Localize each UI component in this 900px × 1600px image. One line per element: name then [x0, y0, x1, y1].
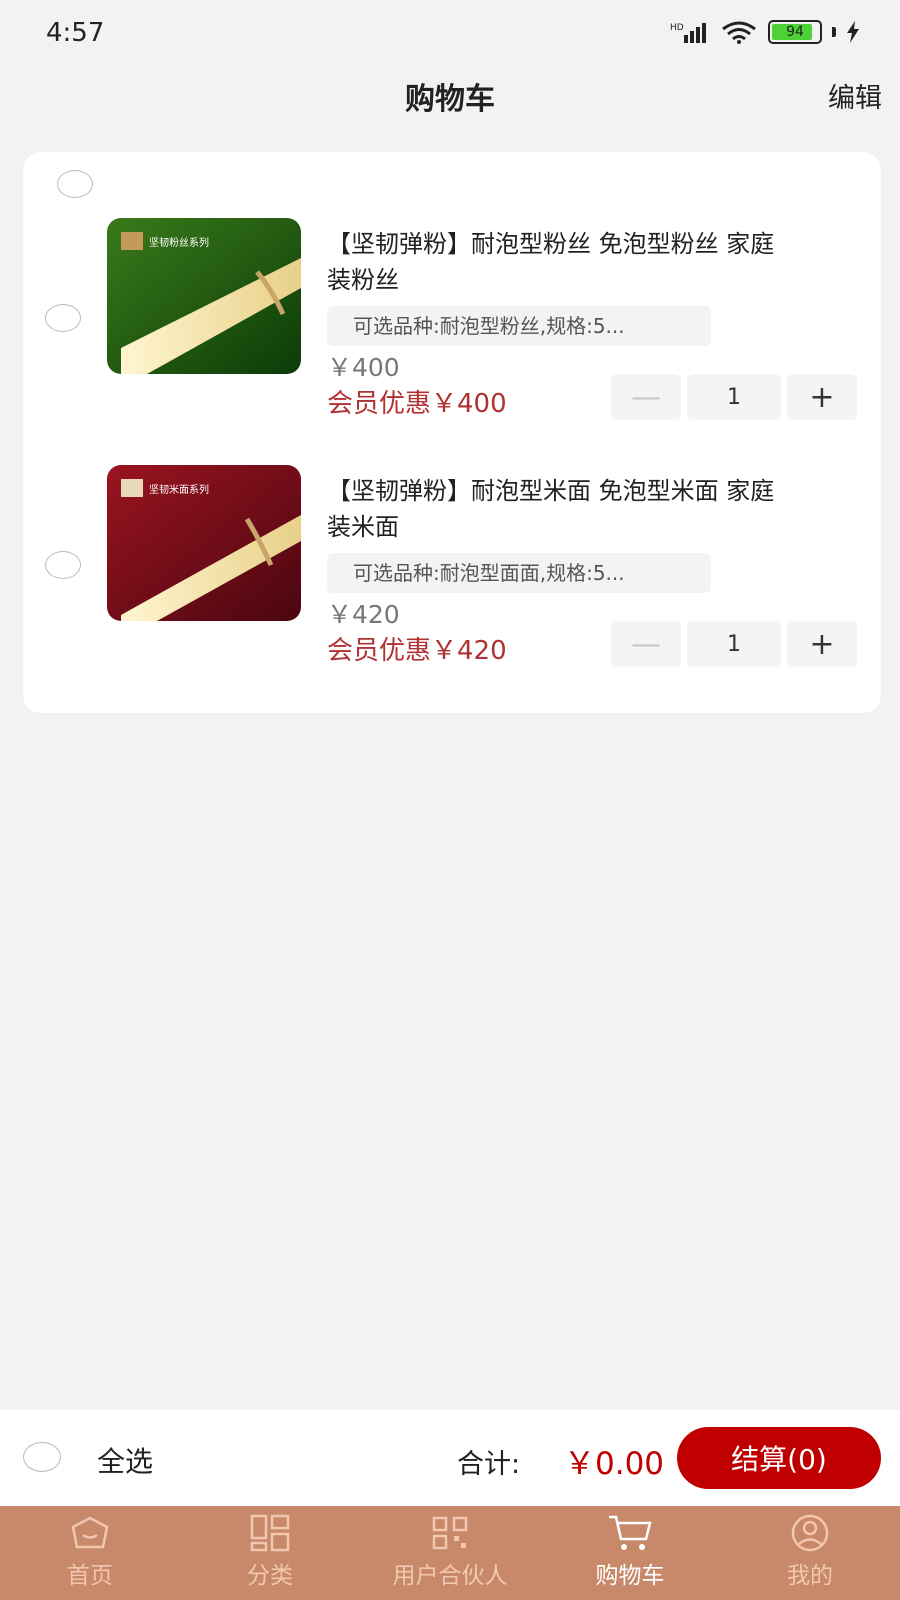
category-icon: [245, 1512, 295, 1554]
status-icons: HD 94: [670, 20, 860, 44]
tab-cart[interactable]: 购物车: [540, 1506, 720, 1600]
item-select-radio[interactable]: [45, 551, 81, 579]
decrease-button[interactable]: —: [611, 621, 681, 667]
edit-button[interactable]: 编辑: [828, 76, 882, 115]
cart-item: 坚韧米面系列 【坚韧弹粉】耐泡型米面 免泡型米面 家庭装米面 可选品种:耐泡型面…: [23, 399, 881, 667]
item-spec[interactable]: 可选品种:耐泡型粉丝,规格:5...: [327, 306, 711, 346]
tab-partner[interactable]: 用户合伙人: [360, 1506, 540, 1600]
signal-icon: HD: [670, 23, 706, 43]
cart-card: 坚韧粉丝系列 【坚韧弹粉】耐泡型粉丝 免泡型粉丝 家庭装粉丝 可选品种:耐泡型粉…: [23, 152, 881, 713]
select-all-label[interactable]: 全选: [97, 1440, 153, 1480]
product-image-caption: 坚韧米面系列: [149, 483, 209, 496]
battery-icon: 94: [768, 20, 822, 44]
profile-icon: [785, 1512, 835, 1554]
svg-text:HD: HD: [670, 23, 684, 33]
wifi-icon: [722, 21, 756, 44]
quantity-stepper: — 1 +: [611, 621, 857, 667]
tab-home[interactable]: 首页: [0, 1506, 180, 1600]
tab-label: 首页: [67, 1563, 113, 1589]
status-bar: 4:57 HD 94: [0, 0, 900, 64]
checkout-bar: 全选 合计: ￥0.00 结算(0): [0, 1410, 900, 1506]
total-label: 合计:: [457, 1449, 521, 1480]
battery-level: 94: [786, 24, 804, 40]
item-title[interactable]: 【坚韧弹粉】耐泡型米面 免泡型米面 家庭装米面: [327, 473, 787, 545]
product-image[interactable]: 坚韧粉丝系列: [107, 218, 301, 374]
tab-category[interactable]: 分类: [180, 1506, 360, 1600]
increase-button[interactable]: +: [787, 621, 857, 667]
tab-bar: 首页 分类 用户合伙人 购物车 我的: [0, 1506, 900, 1600]
item-select-radio[interactable]: [45, 304, 81, 332]
item-spec[interactable]: 可选品种:耐泡型面面,规格:5...: [327, 553, 711, 593]
battery-cap: [832, 27, 836, 37]
tab-label: 用户合伙人: [392, 1563, 508, 1589]
qrcode-icon: [425, 1512, 475, 1554]
product-image-caption: 坚韧粉丝系列: [149, 236, 209, 249]
tab-label: 购物车: [595, 1563, 665, 1589]
cart-icon: [605, 1512, 655, 1554]
total-value: ￥0.00: [564, 1446, 665, 1482]
quantity-value[interactable]: 1: [687, 621, 781, 667]
charging-icon: [847, 21, 859, 43]
select-all-radio[interactable]: [23, 1442, 61, 1472]
page-title: 购物车: [405, 82, 495, 117]
tab-label: 我的: [787, 1563, 833, 1589]
status-time: 4:57: [46, 18, 105, 48]
tab-label: 分类: [247, 1563, 293, 1589]
product-image[interactable]: 坚韧米面系列: [107, 465, 301, 621]
checkout-button[interactable]: 结算(0): [677, 1427, 881, 1489]
cart-item: 坚韧粉丝系列 【坚韧弹粉】耐泡型粉丝 免泡型粉丝 家庭装粉丝 可选品种:耐泡型粉…: [23, 152, 881, 420]
tab-profile[interactable]: 我的: [720, 1506, 900, 1600]
home-icon: [65, 1512, 115, 1554]
item-title[interactable]: 【坚韧弹粉】耐泡型粉丝 免泡型粉丝 家庭装粉丝: [327, 226, 787, 298]
